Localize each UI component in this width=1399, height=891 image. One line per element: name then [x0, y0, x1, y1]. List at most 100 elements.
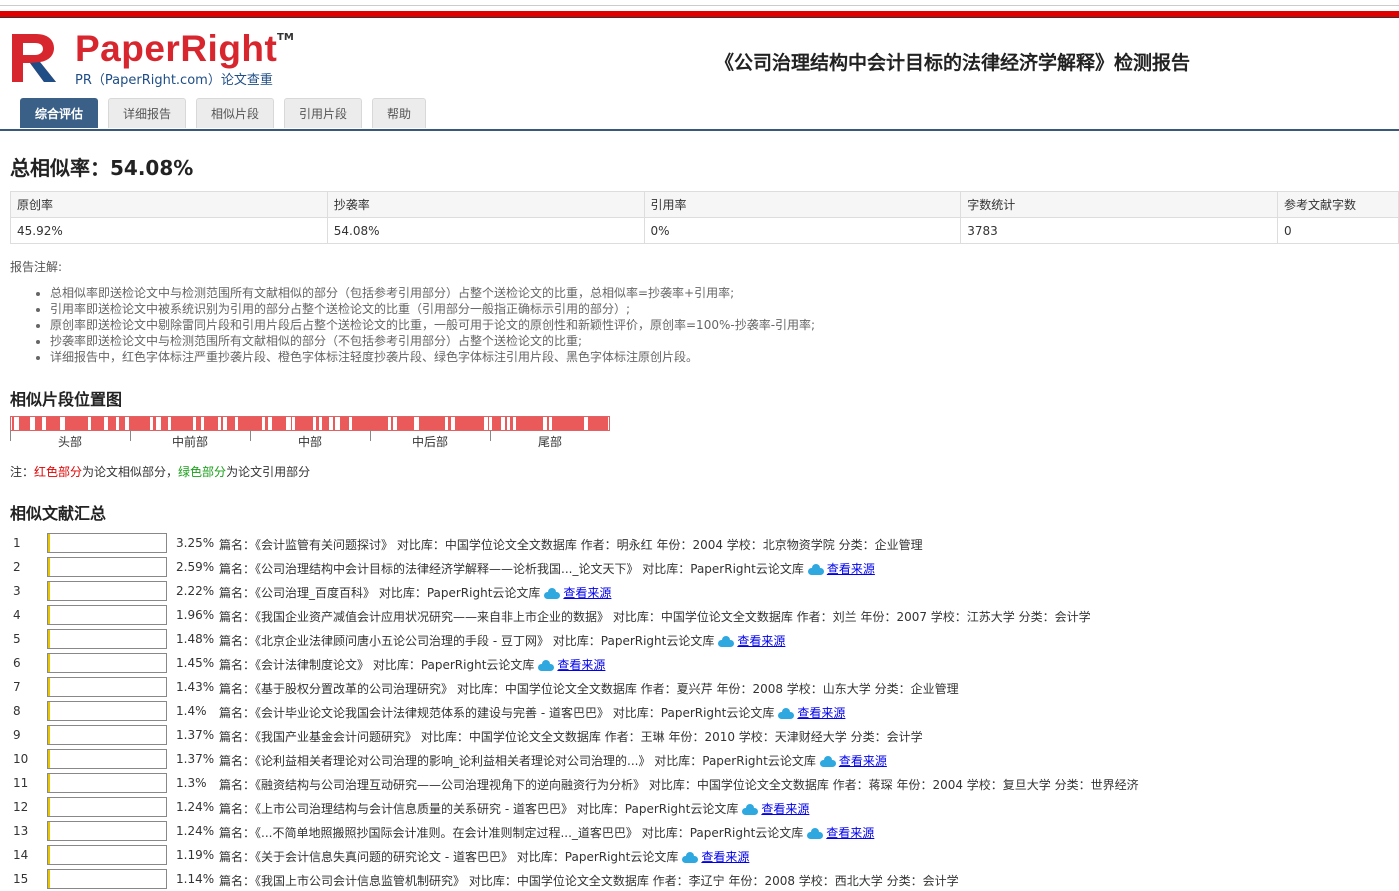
- view-source-link[interactable]: 查看来源: [827, 562, 875, 576]
- col-plagiarism: 抄袭率: [326, 191, 645, 218]
- legend-prefix: 注：: [10, 465, 35, 479]
- view-source-link[interactable]: 查看来源: [557, 658, 605, 672]
- view-source-link[interactable]: 查看来源: [563, 586, 611, 600]
- similar-segment: [204, 417, 218, 430]
- note-item: 原创率即送检论文中剔除雷同片段和引用片段后占整个送检论文的比重，一般可用于论文的…: [50, 317, 1050, 333]
- view-source-link[interactable]: 查看来源: [839, 754, 887, 768]
- tab-cited-fragments[interactable]: 引用片段: [284, 98, 362, 128]
- val-originality: 45.92%: [10, 217, 328, 244]
- cloud-icon: [538, 660, 555, 671]
- similar-segment: [419, 417, 445, 430]
- doc-info: 篇名：《我国产业基金会计问题研究》 对比库：中国学位论文全文数据库 作者：王琳 …: [219, 730, 923, 744]
- similarity-bar: [47, 581, 167, 601]
- view-source-link[interactable]: 查看来源: [797, 706, 845, 720]
- tab-similar-fragments[interactable]: 相似片段: [196, 98, 274, 128]
- similar-docs-heading: 相似文献汇总: [10, 504, 107, 523]
- similarity-percent: 1.24%: [176, 824, 215, 838]
- cloud-icon: [819, 756, 836, 767]
- view-source-link[interactable]: 查看来源: [701, 850, 749, 864]
- legend-red-desc: 为论文相似部分，: [82, 465, 179, 479]
- similarity-percent: 1.3%: [176, 776, 207, 790]
- similar-segment: [119, 417, 125, 430]
- similarity-bar: [47, 869, 167, 889]
- row-number: 10: [13, 752, 29, 766]
- total-similarity-heading: 总相似率：54.08%: [10, 156, 194, 180]
- legend-green-desc: 为论文引用部分: [226, 465, 311, 479]
- doc-description: 篇名：《融资结构与公司治理互动研究——公司治理视角下的逆向融资行为分析》 对比库…: [219, 776, 1139, 793]
- similarity-percent: 2.59%: [176, 560, 215, 574]
- similarity-bar-fill: [48, 630, 50, 648]
- similarity-bar-fill: [48, 534, 50, 552]
- view-source-link[interactable]: 查看来源: [761, 802, 809, 816]
- report-header: PaperRight TM PR（PaperRight.com）论文查重 《公司…: [0, 18, 1399, 98]
- similarity-percent: 1.4%: [176, 704, 207, 718]
- row-number: 9: [13, 728, 21, 742]
- similar-segment: [129, 417, 150, 430]
- list-item: 7 1.43% 篇名：《基于股权分置改革的公司治理研究》 对比库：中国学位论文全文数…: [0, 675, 1399, 699]
- similar-segment: [108, 417, 116, 430]
- list-item: 8 1.4% 篇名：《会计毕业论文论我国会计法律规范体系的建设与完善 - 道客巴巴》…: [0, 699, 1399, 723]
- similar-segment: [295, 417, 313, 430]
- row-number: 8: [13, 704, 21, 718]
- similarity-percent: 1.37%: [176, 728, 215, 742]
- doc-description: 篇名：《我国企业资产减值会计应用状况研究——来自非上市企业的数据》 对比库：中国…: [219, 608, 1091, 625]
- row-number: 6: [13, 656, 21, 670]
- similar-segment: [153, 417, 156, 430]
- similar-segment: [448, 417, 451, 430]
- similarity-bar-fill: [48, 846, 50, 864]
- position-label-front-middle: 中前部: [171, 435, 208, 449]
- row-number: 2: [13, 560, 21, 574]
- pr-logo-icon: [12, 34, 56, 82]
- doc-info: 篇名：《论利益相关者理论对公司治理的影响_论利益相关者理论对公司治理的...》 …: [219, 754, 816, 768]
- note-item: 详细报告中，红色字体标注严重抄袭片段、橙色字体标注轻度抄袭片段、绿色字体标注引用…: [50, 349, 1050, 365]
- summary-table: 原创率 抄袭率 引用率 字数统计 参考文献字数 45.92% 54.08% 0%…: [10, 191, 1399, 244]
- similarity-bar-fill: [48, 654, 50, 672]
- similarity-bar-fill: [48, 798, 50, 816]
- similar-segment: [171, 417, 193, 430]
- similarity-bar: [47, 605, 167, 625]
- similarity-bar: [47, 653, 167, 673]
- doc-description: 篇名：《北京企业法律顾问唐小五论公司治理的手段 - 豆丁网》 对比库：Paper…: [219, 632, 785, 649]
- position-label-tail: 尾部: [537, 435, 562, 449]
- similarity-percent: 1.19%: [176, 848, 215, 862]
- doc-description: 篇名：《关于会计信息失真问题的研究论文 - 道客巴巴》 对比库：PaperRig…: [219, 848, 749, 865]
- similarity-bar: [47, 845, 167, 865]
- similarity-bar: [47, 557, 167, 577]
- tab-overview[interactable]: 综合评估: [20, 98, 98, 128]
- doc-info: 篇名：《上市公司治理结构与会计信息质量的关系研究 - 道客巴巴》 对比库：Pap…: [219, 802, 739, 816]
- similarity-bar-fill: [48, 702, 50, 720]
- doc-info: 篇名：《...不简单地照搬照抄国际会计准则。在会计准则制定过程..._道客巴巴》…: [219, 826, 804, 840]
- similarity-bar: [47, 749, 167, 769]
- legend-green-part: 绿色部分: [178, 465, 227, 479]
- similarity-bar: [47, 701, 167, 721]
- logo-wordmark: PaperRight: [75, 28, 278, 69]
- similar-segment: [35, 417, 42, 430]
- list-item: 15 1.14% 篇名：《我国上市公司会计信息监管机制研究》 对比库：中国学位论文全…: [0, 867, 1399, 891]
- row-number: 14: [13, 848, 29, 862]
- doc-description: 篇名：《我国上市公司会计信息监管机制研究》 对比库：中国学位论文全文数据库 作者…: [219, 872, 959, 889]
- similar-segment: [227, 417, 235, 430]
- tab-help[interactable]: 帮助: [372, 98, 426, 128]
- similar-segment: [196, 417, 201, 430]
- note-item: 引用率即送检论文中被系统识别为引用的部分占整个送检论文的比重（引用部分一般指正确…: [50, 301, 1050, 317]
- list-item: 6 1.45% 篇名：《会计法律制度论文》 对比库：PaperRight云论文库 查看…: [0, 651, 1399, 675]
- similarity-bar: [47, 629, 167, 649]
- list-item: 12 1.24% 篇名：《上市公司治理结构与会计信息质量的关系研究 - 道客巴巴》 …: [0, 795, 1399, 819]
- similarity-bar: [47, 821, 167, 841]
- val-plagiarism: 54.08%: [326, 217, 645, 244]
- view-source-link[interactable]: 查看来源: [826, 826, 874, 840]
- similarity-percent: 1.48%: [176, 632, 215, 646]
- list-item: 10 1.37% 篇名：《论利益相关者理论对公司治理的影响_论利益相关者理论对公司治…: [0, 747, 1399, 771]
- similarity-bar-fill: [48, 774, 50, 792]
- doc-description: 篇名：《公司治理_百度百科》 对比库：PaperRight云论文库 查看来源: [219, 584, 611, 601]
- tab-detailed-report[interactable]: 详细报告: [108, 98, 186, 128]
- similarity-percent: 1.45%: [176, 656, 215, 670]
- list-item: 3 2.22% 篇名：《公司治理_百度百科》 对比库：PaperRight云论文库 查…: [0, 579, 1399, 603]
- similarity-percent: 1.37%: [176, 752, 215, 766]
- report-tabs: 综合评估 详细报告 相似片段 引用片段 帮助: [0, 98, 1399, 131]
- similar-segment: [46, 417, 60, 430]
- view-source-link[interactable]: 查看来源: [737, 634, 785, 648]
- doc-info: 篇名：《会计法律制度论文》 对比库：PaperRight云论文库: [219, 658, 535, 672]
- list-item: 14 1.19% 篇名：《关于会计信息失真问题的研究论文 - 道客巴巴》 对比库：P…: [0, 843, 1399, 867]
- note-item: 总相似率即送检论文中与检测范围所有文献相似的部分（包括参考引用部分）占整个送检论…: [50, 285, 1050, 301]
